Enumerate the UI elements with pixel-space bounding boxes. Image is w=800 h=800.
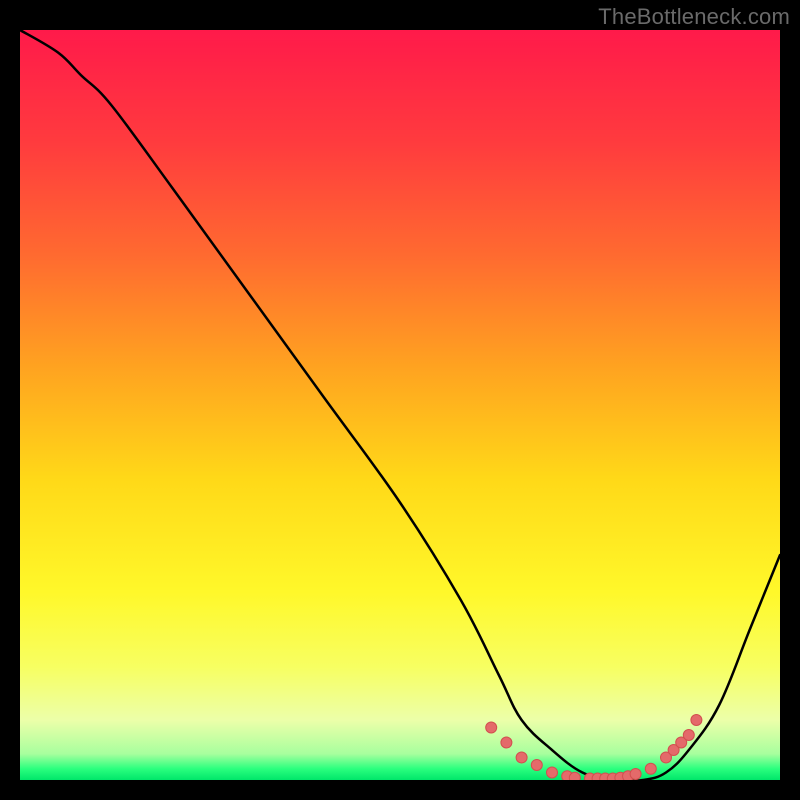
curve-marker xyxy=(501,737,512,748)
chart-frame: TheBottleneck.com xyxy=(0,0,800,800)
curve-marker xyxy=(691,715,702,726)
curve-marker xyxy=(531,760,542,771)
attribution-label: TheBottleneck.com xyxy=(598,4,790,30)
curve-marker xyxy=(683,730,694,741)
curve-marker xyxy=(645,763,656,774)
plot-area xyxy=(20,30,780,780)
gradient-background xyxy=(20,30,780,780)
curve-marker xyxy=(486,722,497,733)
curve-marker xyxy=(569,772,580,780)
curve-marker xyxy=(516,752,527,763)
curve-marker xyxy=(630,769,641,780)
chart-svg xyxy=(20,30,780,780)
curve-marker xyxy=(547,767,558,778)
